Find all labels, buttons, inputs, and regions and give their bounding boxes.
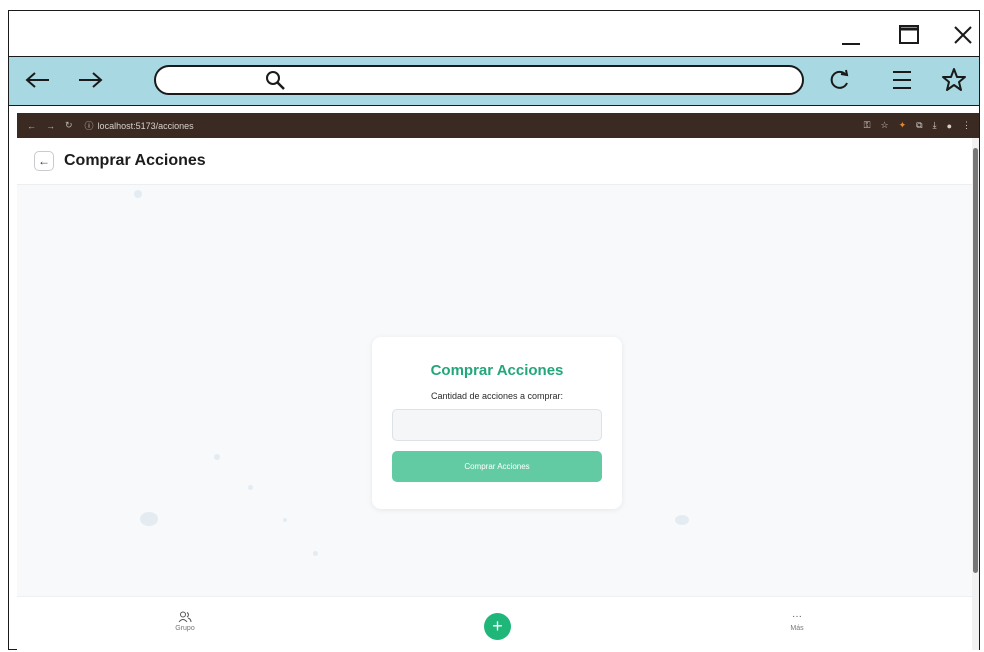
menu-icon[interactable] xyxy=(887,65,917,95)
nav-item-group-label: Grupo xyxy=(175,625,195,632)
background-dot xyxy=(313,551,318,556)
quantity-input[interactable] xyxy=(392,409,602,441)
background-dot xyxy=(675,515,689,525)
window-titlebar xyxy=(8,10,980,56)
download-icon[interactable]: ⤓ xyxy=(933,120,937,131)
nav-item-group[interactable]: Grupo xyxy=(167,611,203,632)
info-icon: ⓘ xyxy=(84,121,94,131)
sketch-navigation-bar xyxy=(9,56,979,106)
back-arrow-icon: ← xyxy=(38,154,50,168)
nav-item-more-label: Más xyxy=(790,625,804,632)
search-icon xyxy=(264,69,288,98)
browser-forward-icon[interactable]: → xyxy=(46,121,55,131)
close-icon[interactable] xyxy=(948,20,978,50)
back-button[interactable]: ← xyxy=(34,151,54,171)
browser-back-icon[interactable]: ← xyxy=(27,121,36,131)
buy-shares-card: Comprar Acciones Cantidad de acciones a … xyxy=(372,337,622,509)
bottom-navigation: Grupo + ··· Más xyxy=(17,596,972,650)
card-title: Comprar Acciones xyxy=(430,362,564,379)
more-icon: ··· xyxy=(792,611,802,622)
page-scrollbar[interactable] xyxy=(972,138,979,650)
background-dot xyxy=(283,518,287,522)
nav-item-more[interactable]: ··· Más xyxy=(779,611,815,632)
buy-shares-button[interactable]: Comprar Acciones xyxy=(392,451,602,482)
forward-arrow-icon[interactable] xyxy=(75,65,105,95)
users-icon xyxy=(167,611,203,625)
extension-icon[interactable]: ✦ xyxy=(899,120,907,131)
bookmark-star-icon[interactable]: ☆ xyxy=(881,120,889,131)
browser-reload-icon[interactable]: ↻ xyxy=(65,120,73,131)
extensions-puzzle-icon[interactable]: ⧉ xyxy=(916,120,922,131)
background-dot xyxy=(134,190,142,198)
scrollbar-thumb[interactable] xyxy=(973,148,978,573)
back-arrow-icon[interactable] xyxy=(23,65,53,95)
app-header: ← Comprar Acciones xyxy=(17,138,972,185)
page-title: Comprar Acciones xyxy=(64,152,206,169)
background-dot xyxy=(248,485,253,490)
browser-menu-icon[interactable]: ⋮ xyxy=(962,120,971,131)
add-button[interactable]: + xyxy=(484,613,511,640)
star-icon[interactable] xyxy=(939,65,969,95)
profile-icon[interactable]: ● xyxy=(947,121,952,131)
background-dot xyxy=(140,512,158,526)
browser-address-bar[interactable]: ⓘ localhost:5173/acciones xyxy=(85,119,194,132)
app-page: ← Comprar Acciones Comprar Acciones Cant… xyxy=(17,138,972,650)
key-icon[interactable]: ⚿ xyxy=(864,120,871,131)
minimize-icon[interactable] xyxy=(836,20,866,50)
sketch-address-bar[interactable] xyxy=(154,65,804,95)
quantity-label: Cantidad de acciones a comprar: xyxy=(430,391,564,401)
plus-icon: + xyxy=(492,616,503,636)
maximize-icon[interactable] xyxy=(894,20,924,50)
background-dot xyxy=(214,454,220,460)
browser-toolbar: ← → ↻ ⓘ localhost:5173/acciones ⚿ ☆ ✦ ⧉ … xyxy=(17,113,979,138)
reload-icon[interactable] xyxy=(825,65,855,95)
browser-url: localhost:5173/acciones xyxy=(97,120,194,131)
